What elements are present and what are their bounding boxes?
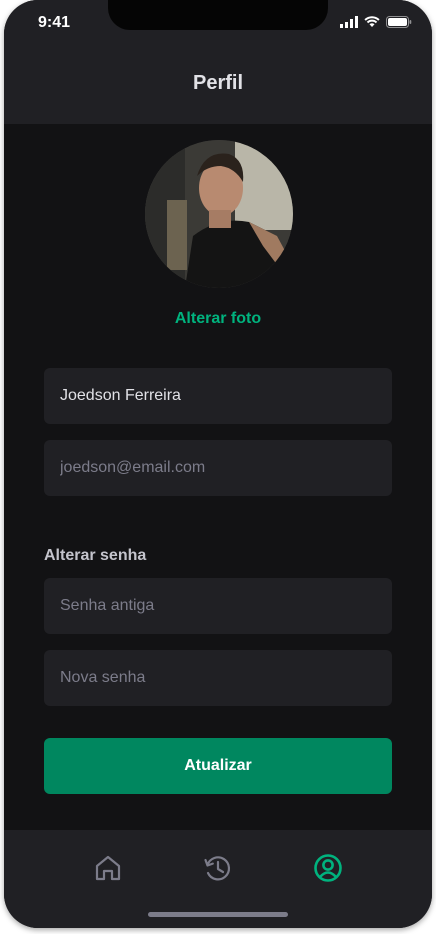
new-password-input[interactable] <box>44 650 392 706</box>
change-password-heading: Alterar senha <box>44 547 147 564</box>
bottom-tab-bar <box>4 830 432 928</box>
update-button[interactable]: Atualizar <box>44 738 392 794</box>
tab-profile[interactable] <box>312 852 344 884</box>
history-icon <box>204 856 231 881</box>
old-password-input[interactable] <box>44 578 392 634</box>
tab-home[interactable] <box>92 852 124 884</box>
signal-icon <box>340 16 358 28</box>
battery-icon <box>386 16 412 28</box>
user-circle-icon <box>314 854 342 882</box>
avatar[interactable] <box>145 140 293 288</box>
email-input[interactable] <box>44 440 392 496</box>
page-title: Perfil <box>192 72 244 94</box>
change-photo-link[interactable]: Alterar foto <box>4 310 432 328</box>
name-input[interactable] <box>44 368 392 424</box>
phone-screen: 9:41 Perfil Alterar foto Joedson Ferreir… <box>4 0 432 928</box>
wifi-icon <box>364 16 380 27</box>
status-icons <box>340 16 412 28</box>
status-time: 9:41 <box>38 14 71 31</box>
home-indicator <box>148 912 288 917</box>
home-icon <box>95 855 121 881</box>
tab-history[interactable] <box>202 852 234 884</box>
device-notch <box>108 0 328 30</box>
avatar-photo <box>145 140 293 288</box>
